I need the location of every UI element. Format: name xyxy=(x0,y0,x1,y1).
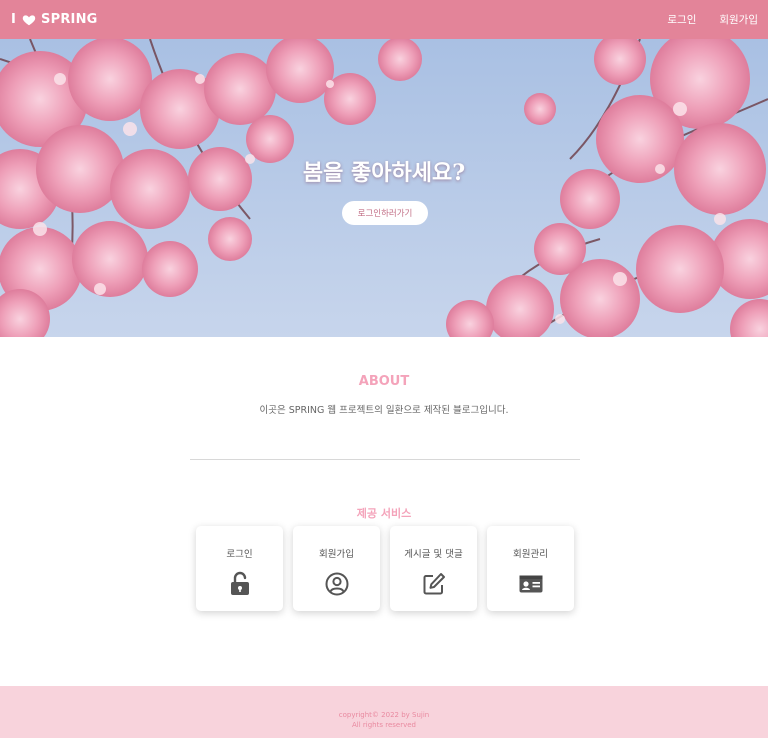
footer-copyright: copyright© 2022 by Sujin xyxy=(338,711,430,719)
nav-signup-link[interactable]: 회원가입 xyxy=(719,12,758,27)
service-card-signup[interactable]: 회원가입 xyxy=(293,526,380,611)
edit-icon xyxy=(421,571,447,597)
nav-login-link[interactable]: 로그인 xyxy=(667,12,696,27)
service-cards: 로그인 회원가입 게시글 및 댓글 회원관리 xyxy=(196,526,574,611)
service-card-label: 회원관리 xyxy=(513,549,548,560)
services-title: 제공 서비스 xyxy=(356,507,412,520)
service-card-members[interactable]: 회원관리 xyxy=(487,526,574,611)
section-divider xyxy=(190,459,580,460)
footer-rights: All rights reserved xyxy=(352,721,416,729)
user-circle-icon xyxy=(324,571,350,597)
service-card-label: 로그인 xyxy=(226,549,253,560)
cherry-blossom-background xyxy=(0,39,768,337)
footer: copyright© 2022 by Sujin All rights rese… xyxy=(0,686,768,738)
about-title: ABOUT xyxy=(358,374,410,389)
heart-icon xyxy=(22,13,36,27)
hero-title: 봄을 좋아하세요? xyxy=(302,160,466,186)
brand-prefix: I xyxy=(11,12,17,27)
service-card-label: 게시글 및 댓글 xyxy=(404,549,463,560)
service-card-posts[interactable]: 게시글 및 댓글 xyxy=(390,526,477,611)
brand-name: SPRING xyxy=(41,12,98,27)
unlock-icon xyxy=(227,571,253,597)
brand-logo[interactable]: I SPRING xyxy=(11,12,98,27)
service-card-login[interactable]: 로그인 xyxy=(196,526,283,611)
hero-banner: 봄을 좋아하세요? 로그인하러가기 xyxy=(0,39,768,337)
service-card-label: 회원가입 xyxy=(319,549,354,560)
about-description: 이곳은 SPRING 웹 프로젝트의 일환으로 제작된 블로그입니다. xyxy=(259,405,509,416)
id-card-icon xyxy=(518,571,544,597)
nav-links: 로그인 회원가입 xyxy=(667,12,758,27)
go-login-button[interactable]: 로그인하러가기 xyxy=(342,201,428,225)
navbar: I SPRING 로그인 회원가입 xyxy=(0,0,768,39)
